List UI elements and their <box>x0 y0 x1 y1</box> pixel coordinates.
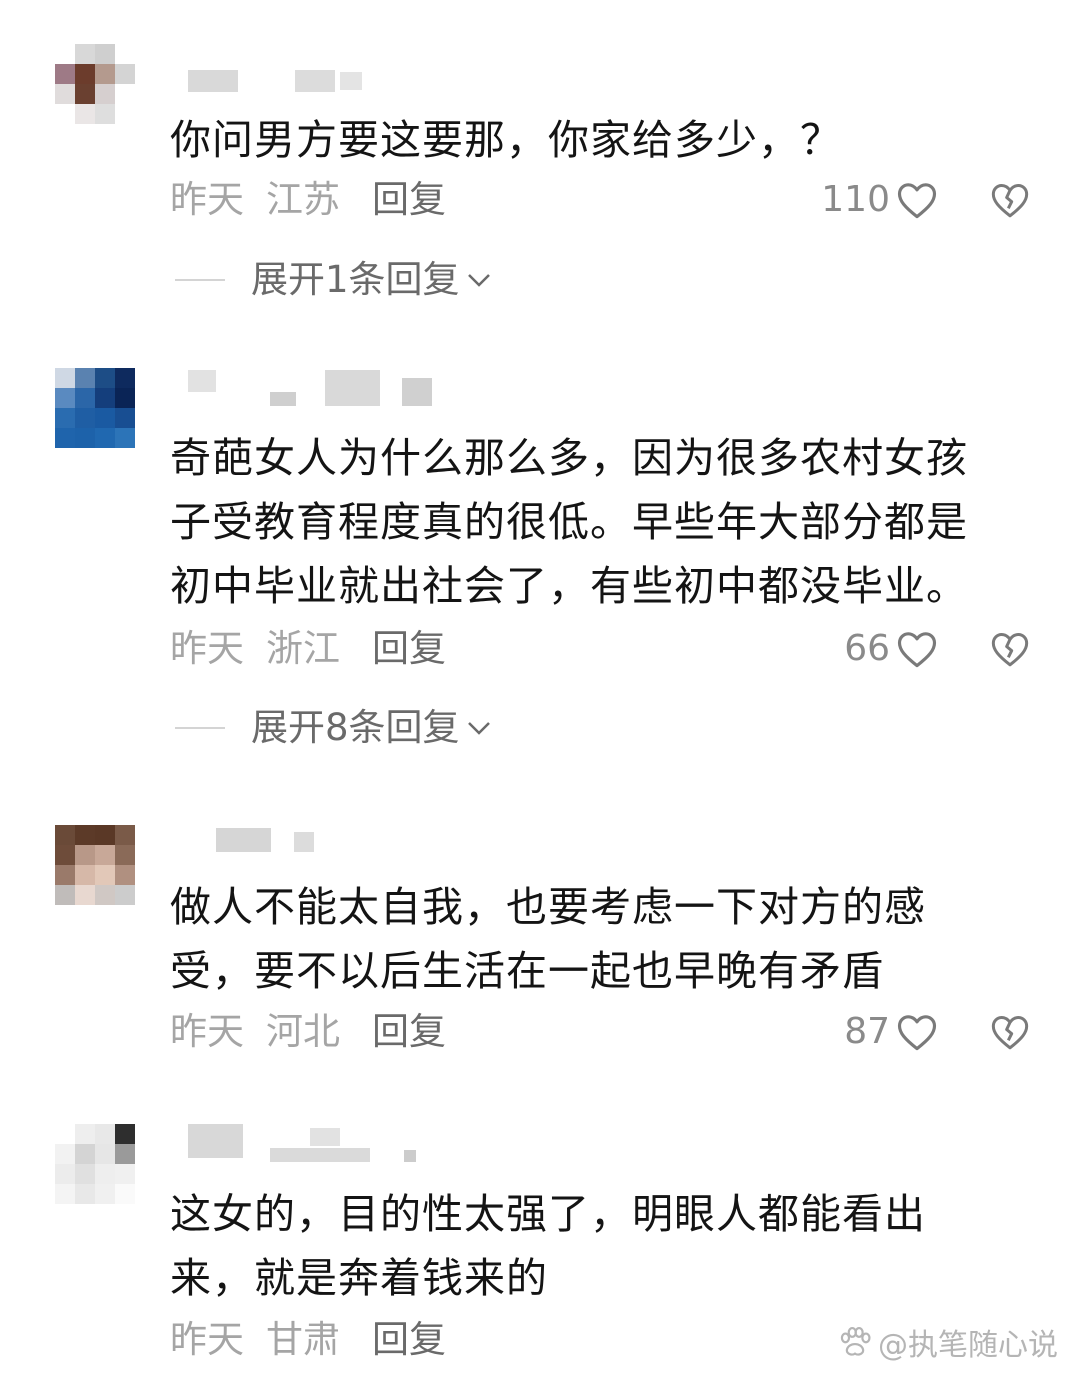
avatar[interactable] <box>55 825 135 905</box>
paw-icon <box>840 1327 871 1356</box>
like-count: 66 <box>844 628 890 669</box>
like-count: 87 <box>844 1011 890 1052</box>
broken-heart-icon[interactable] <box>990 629 1030 669</box>
comment-meta: 昨天 甘肃 回复 <box>170 1318 446 1362</box>
broken-heart-icon[interactable] <box>990 1012 1030 1052</box>
reply-button[interactable]: 回复 <box>372 1318 446 1361</box>
heart-outline-icon <box>897 1015 937 1051</box>
avatar[interactable] <box>55 44 135 124</box>
watermark: @执笔随心说 <box>838 1320 1058 1364</box>
expand-replies-button[interactable]: 展开8条回复 <box>175 706 494 750</box>
heart-outline-icon <box>897 183 937 219</box>
comment-time: 昨天 <box>170 178 244 221</box>
comment-location: 河北 <box>266 1010 340 1053</box>
chevron-down-icon <box>467 274 490 287</box>
comment-meta: 昨天 浙江 回复 <box>170 627 446 671</box>
divider <box>175 727 225 729</box>
comment-time: 昨天 <box>170 1318 244 1361</box>
avatar[interactable] <box>55 368 135 448</box>
comment-location: 甘肃 <box>266 1318 340 1361</box>
comment-text: 做人不能太自我，也要考虑一下对方的感 受，要不以后生活在一起也早晚有矛盾 <box>170 883 926 995</box>
avatar[interactable] <box>55 1124 135 1204</box>
comment-location: 浙江 <box>266 627 340 670</box>
comment-time: 昨天 <box>170 627 244 670</box>
expand-replies-label: 展开1条回复 <box>251 258 460 301</box>
divider <box>175 279 225 281</box>
heart-outline-icon <box>897 632 937 668</box>
like-button[interactable]: 66 <box>844 627 938 671</box>
reply-button[interactable]: 回复 <box>372 178 446 221</box>
comment-location: 江苏 <box>266 178 340 221</box>
expand-replies-button[interactable]: 展开1条回复 <box>175 258 494 302</box>
comment-text: 这女的，目的性太强了，明眼人都能看出 来，就是奔着钱来的 <box>170 1190 926 1302</box>
like-button[interactable]: 87 <box>844 1010 938 1054</box>
reply-button[interactable]: 回复 <box>372 627 446 670</box>
expand-replies-label: 展开8条回复 <box>251 706 460 749</box>
comment-time: 昨天 <box>170 1010 244 1053</box>
comment-meta: 昨天 河北 回复 <box>170 1010 446 1054</box>
broken-heart-icon[interactable] <box>990 180 1030 220</box>
like-count: 110 <box>821 179 890 220</box>
watermark-text: @执笔随心说 <box>878 1328 1058 1363</box>
comment-meta: 昨天 江苏 回复 <box>170 178 446 222</box>
comment-text: 奇葩女人为什么那么多，因为很多农村女孩 子受教育程度真的很低。早些年大部分都是 … <box>170 434 968 610</box>
comment-text: 你问男方要这要那，你家给多少，？ <box>170 116 842 164</box>
like-button[interactable]: 110 <box>821 178 938 222</box>
chevron-down-icon <box>467 722 490 735</box>
reply-button[interactable]: 回复 <box>372 1010 446 1053</box>
